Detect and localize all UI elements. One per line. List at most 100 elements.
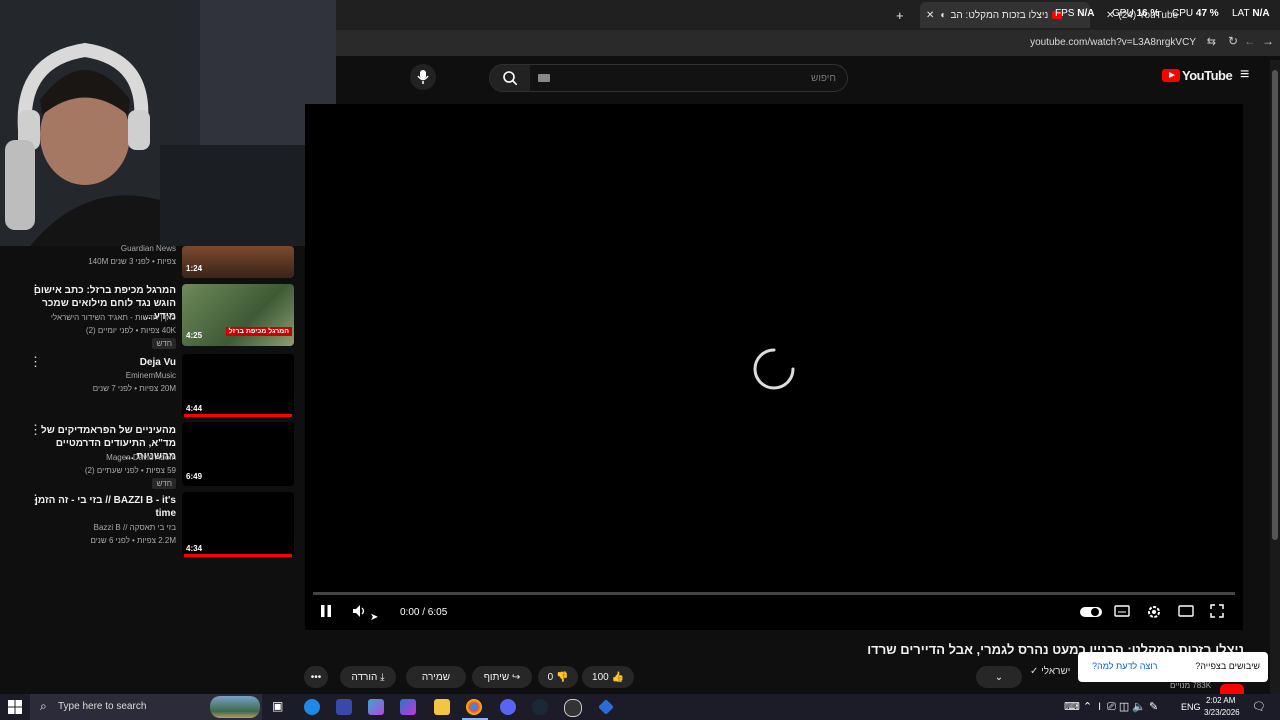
share-button[interactable]: שיתוף ↪ [472, 666, 532, 688]
cpu-label: CPU [1172, 8, 1194, 19]
cpu-value: 47 % [1195, 8, 1219, 19]
lat-stat: LAT N/A [1232, 8, 1270, 19]
language-indicator[interactable]: ENG [1181, 702, 1201, 712]
download-button[interactable]: הורדה ⤓ [340, 666, 396, 688]
save-button[interactable]: שמירה [406, 666, 466, 688]
new-tab-label: + [896, 7, 904, 23]
survey-question: שיבושים בצפייה? [1195, 661, 1260, 671]
url-field[interactable]: youtube.com/watch?v=L3A8nrgkVCY [1030, 37, 1196, 48]
channel-name[interactable]: Magen David Adom [26, 453, 176, 462]
autoplay-toggle[interactable] [1080, 606, 1102, 621]
recommendations-list: 1:24 Guardian News 140M צפיות • לפני 3 ש… [0, 244, 300, 566]
youtube-play-logo-icon [1162, 69, 1180, 82]
video-stats: 2.2M צפיות • לפני 6 שנים [90, 536, 176, 545]
fullscreen-icon[interactable] [1210, 604, 1224, 621]
volume-icon[interactable] [352, 604, 370, 621]
thumbnail-caption: המרגל מכיפת ברזל [225, 327, 292, 336]
dislike-count: 0 [547, 671, 554, 683]
task-view-icon[interactable]: ▣ [272, 699, 288, 715]
video-thumbnail[interactable] [182, 246, 294, 278]
theater-mode-icon[interactable] [1178, 604, 1194, 621]
menu-icon[interactable]: ≡ [1240, 66, 1249, 84]
page-scrollbar[interactable] [1270, 60, 1280, 694]
download-label: הורדה [351, 671, 378, 683]
chrome-icon[interactable] [466, 699, 482, 715]
reload-icon[interactable]: ↻ [1228, 34, 1238, 48]
survey-popup: שיבושים בצפייה? רוצה לדעת למה? [1078, 652, 1268, 682]
webcam-person-image [0, 0, 336, 246]
duration-badge: 4:44 [186, 404, 203, 413]
video-stats: 140M צפיות • לפני 3 שנים [88, 257, 176, 266]
steam-icon[interactable] [532, 699, 548, 715]
like-count: 100 [592, 671, 609, 683]
loading-spinner-icon [753, 348, 795, 390]
gpu-value: 16 % [1136, 8, 1160, 19]
expand-button[interactable]: ⌄ [976, 666, 1022, 688]
dislike-button[interactable]: 0 👎 [538, 666, 578, 688]
new-tab-button[interactable]: + [896, 2, 904, 28]
youtube-header: YouTube ≡ [336, 56, 1270, 100]
site-settings-icon[interactable]: ⇆ [1207, 35, 1216, 48]
survey-link[interactable]: רוצה לדעת למה? [1092, 661, 1157, 671]
channel-name[interactable]: EminemMusic [26, 371, 176, 380]
verified-icon: ✓ [1030, 666, 1039, 677]
youtube-logo-text: YouTube [1182, 68, 1233, 83]
channel-name[interactable]: Guardian News [26, 244, 176, 253]
file-explorer-icon[interactable] [434, 699, 450, 715]
duration-badge: 4:34 [186, 544, 203, 553]
fps-value: N/A [1077, 8, 1095, 19]
thumbs-down-icon: 👎 [555, 671, 569, 683]
voice-search-button[interactable] [410, 64, 436, 90]
video-title[interactable]: BAZZI B - it's // בזי בי - זה הזמן time [26, 494, 176, 520]
scrollbar-thumb[interactable] [1272, 70, 1278, 540]
keyboard-icon[interactable] [538, 74, 550, 82]
copilot-icon[interactable] [368, 699, 384, 715]
new-badge-label: חדש [152, 478, 176, 489]
discord-icon[interactable] [500, 699, 516, 715]
windows-start-icon[interactable] [8, 700, 22, 717]
pause-icon[interactable] [320, 604, 332, 621]
seek-bar[interactable] [313, 592, 1235, 595]
channel-name[interactable]: בזי בי תאסקה // Bazzi B [26, 523, 176, 532]
back-icon[interactable]: → [1262, 34, 1274, 48]
like-button[interactable]: 100 👍 [582, 666, 634, 688]
youtube-logo[interactable]: YouTube [1162, 68, 1233, 83]
cpu-stat: CPU 47 % [1172, 8, 1219, 19]
search-highlight-image [210, 696, 260, 718]
forward-icon[interactable]: ← [1244, 34, 1256, 48]
search-icon: ⌕ [40, 699, 47, 713]
audio-icon: ◐ [940, 9, 947, 21]
search-button[interactable] [490, 65, 530, 91]
clock-time[interactable]: 2:02 AM [1206, 696, 1235, 705]
address-bar: youtube.com/watch?v=L3A8nrgkVCY ⇆ ↻ ← → [336, 30, 1280, 56]
fps-stat: FPS N/A [1055, 8, 1094, 19]
channel-name-partial[interactable]: ✓ ישראלי [1030, 666, 1070, 677]
video-stats: 40K צפיות • לפני יומיים (2) [85, 326, 176, 335]
subscribe-button-partial[interactable] [1220, 684, 1244, 694]
store-icon[interactable] [336, 699, 352, 715]
clock-date[interactable]: 3/23/2026 [1204, 708, 1240, 717]
download-icon: ⤓ [380, 671, 385, 683]
video-player[interactable] [305, 104, 1243, 630]
new-badge-label: חדש [152, 338, 176, 349]
lat-label: LAT [1232, 8, 1250, 19]
settings-gear-icon[interactable] [1146, 604, 1162, 623]
captions-icon[interactable] [1114, 604, 1130, 621]
obs-icon[interactable] [564, 699, 582, 717]
gpu-label: GPU [1112, 8, 1134, 19]
edge-icon[interactable] [304, 699, 320, 715]
video-title[interactable]: Deja Vu [26, 356, 176, 369]
notifications-icon[interactable]: 🗨 [1252, 700, 1266, 713]
share-label: שיתוף [483, 671, 510, 683]
watch-progress-bar [184, 554, 292, 557]
thumbs-up-icon: 👍 [611, 671, 624, 683]
channel-name[interactable]: כאן | חדשות - תאגיד השידור הישראלי [26, 313, 176, 322]
mouse-cursor-icon: ➤ [370, 612, 379, 623]
tab-title: ניצלו בזכות המקלט: הב [950, 9, 1049, 21]
more-actions-button[interactable]: ••• [304, 666, 328, 688]
tray-icons[interactable]: ⌨ ⌃ ⏽ ⎚ ◫ 🔈 ✎ [1064, 700, 1158, 714]
copilot-app-icon[interactable] [400, 699, 416, 715]
close-icon[interactable]: ✕ [926, 10, 934, 21]
taskbar-search-box[interactable]: ⌕ Type here to search [30, 694, 262, 720]
search-input[interactable] [554, 68, 838, 88]
